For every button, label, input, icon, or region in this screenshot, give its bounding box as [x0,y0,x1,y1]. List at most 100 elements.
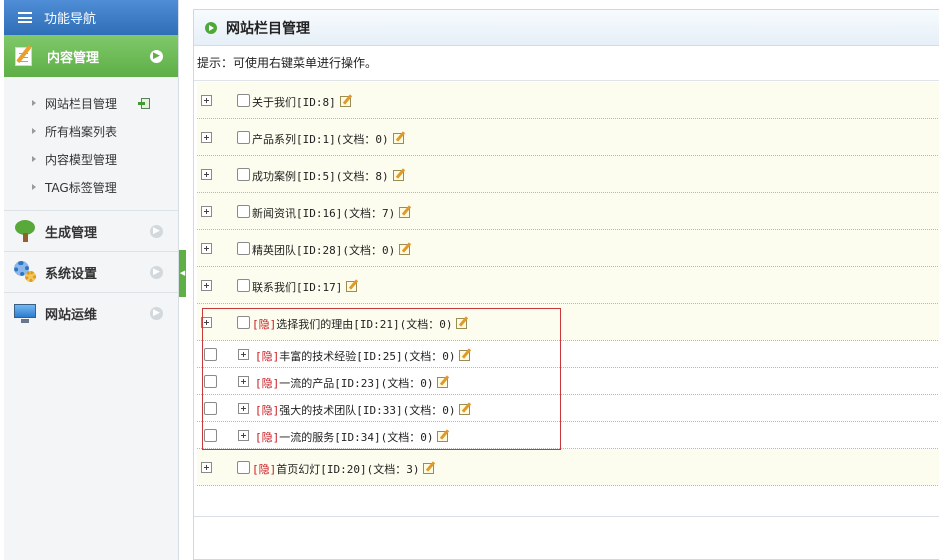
row-checkbox[interactable] [204,348,217,361]
tree-row: 产品系列[ID:1](文档：0) [197,119,939,156]
column-name[interactable]: 成功案例 [252,170,296,183]
column-tree: 关于我们[ID:8] 产品系列[ID:1](文档：0) 成功案例[ID:5](文… [197,82,939,486]
column-name[interactable]: 选择我们的理由 [276,318,353,331]
row-label: 精英团队[ID:28](文档：0) [252,242,412,258]
sidebar-item-tag-management[interactable]: TAG标签管理 [4,173,178,201]
edit-icon[interactable] [399,205,412,218]
row-label: [隐]首页幻灯[ID:20](文档：3) [252,461,436,477]
doc-count: (文档：8) [335,170,389,183]
row-label: 联系我们[ID:17] [252,279,359,295]
expand-icon[interactable] [201,132,212,143]
row-label: [隐]一流的产品[ID:23](文档：0) [255,375,450,391]
expand-icon[interactable] [201,243,212,254]
row-checkbox[interactable] [204,375,217,388]
title-bar: 网站栏目管理 [194,10,939,46]
expand-icon[interactable] [201,462,212,473]
tree-child-row: [隐]丰富的技术经验[ID:25](文档：0) [197,341,939,368]
edit-icon[interactable] [459,348,472,361]
section-site-maintenance[interactable]: 网站运维 ▶ [4,292,178,333]
expand-icon[interactable] [201,169,212,180]
row-checkbox[interactable] [237,205,250,218]
column-id: [ID:33] [356,404,403,417]
tree-row: 精英团队[ID:28](文档：0) [197,230,939,267]
tree-row: [隐]选择我们的理由[ID:21](文档：0) [197,304,939,341]
column-name[interactable]: 丰富的技术经验 [279,350,356,363]
row-checkbox[interactable] [237,461,250,474]
edit-icon[interactable] [339,94,352,107]
divider [194,516,939,517]
row-label: [隐]一流的服务[ID:34](文档：0) [255,429,450,445]
column-name[interactable]: 强大的技术团队 [279,404,356,417]
tree-child-row: [隐]一流的产品[ID:23](文档：0) [197,368,939,395]
column-name[interactable]: 产品系列 [252,133,296,146]
menu-icon [18,12,32,23]
sidebar-collapse-handle[interactable]: ◀ [179,250,186,297]
expand-icon[interactable] [201,206,212,217]
submenu: 网站栏目管理 所有档案列表 内容模型管理 TAG标签管理 [4,77,178,210]
row-label: 成功案例[ID:5](文档：8) [252,168,405,184]
row-checkbox[interactable] [237,94,250,107]
expand-icon[interactable] [238,430,249,441]
column-id: [ID:20] [320,463,367,476]
page-title: 网站栏目管理 [226,20,310,37]
column-name[interactable]: 联系我们 [252,281,296,294]
row-checkbox[interactable] [204,429,217,442]
sidebar-item-label: TAG标签管理 [45,180,117,195]
expand-icon[interactable] [238,403,249,414]
export-icon[interactable] [138,98,150,109]
expand-icon[interactable] [201,280,212,291]
doc-count: (文档：0) [402,350,456,363]
nav-header-title: 功能导航 [44,12,97,27]
expand-icon[interactable] [201,95,212,106]
column-name[interactable]: 一流的产品 [279,377,334,390]
expand-icon[interactable] [238,349,249,360]
doc-count: (文档：0) [342,244,396,257]
edit-icon[interactable] [399,242,412,255]
row-checkbox[interactable] [237,242,250,255]
column-name[interactable]: 一流的服务 [279,431,334,444]
expand-icon[interactable] [201,317,212,328]
monitor-icon [13,301,37,325]
column-id: [ID:25] [356,350,403,363]
column-name[interactable]: 关于我们 [252,96,296,109]
play-circle-icon [205,21,217,34]
edit-icon[interactable] [437,429,450,442]
row-checkbox[interactable] [204,402,217,415]
edit-icon[interactable] [459,402,472,415]
row-label: 产品系列[ID:1](文档：0) [252,131,405,147]
chevron-right-icon: ▶ [150,266,163,279]
hidden-tag: [隐] [255,404,280,417]
row-checkbox[interactable] [237,316,250,329]
row-checkbox[interactable] [237,131,250,144]
column-id: [ID:28] [296,244,343,257]
sidebar-item-archive-list[interactable]: 所有档案列表 [4,117,178,145]
doc-count: (文档：0) [399,318,453,331]
main-panel: 网站栏目管理 提示：可使用右键菜单进行操作。 关于我们[ID:8] 产品系列[I… [193,9,939,560]
doc-count: (文档：0) [380,431,434,444]
edit-icon[interactable] [456,316,469,329]
row-checkbox[interactable] [237,168,250,181]
gear-icon [13,260,37,284]
section-label: 生成管理 [45,225,98,241]
expand-icon[interactable] [238,376,249,387]
tree-row: [隐]首页幻灯[ID:20](文档：3) [197,449,939,486]
column-id: [ID:17] [296,281,343,294]
column-name[interactable]: 新闻资讯 [252,207,296,220]
edit-icon[interactable] [392,131,405,144]
row-checkbox[interactable] [237,279,250,292]
edit-icon[interactable] [392,168,405,181]
row-label: [隐]强大的技术团队[ID:33](文档：0) [255,402,472,418]
edit-icon[interactable] [346,279,359,292]
section-generate-management[interactable]: 生成管理 ▶ [4,210,178,251]
sidebar: 功能导航 内容管理 ▶ 网站栏目管理 所有档案列表 内容模型管理 TAG标签管理 [4,0,179,560]
column-name[interactable]: 首页幻灯 [276,463,320,476]
section-content-management[interactable]: 内容管理 ▶ [4,35,178,77]
edit-icon[interactable] [437,375,450,388]
column-name[interactable]: 精英团队 [252,244,296,257]
doc-count: (文档：7) [342,207,396,220]
edit-icon[interactable] [423,461,436,474]
section-system-settings[interactable]: 系统设置 ▶ [4,251,178,292]
sidebar-item-column-management[interactable]: 网站栏目管理 [4,89,178,117]
sidebar-item-content-model[interactable]: 内容模型管理 [4,145,178,173]
tree-child-row: [隐]强大的技术团队[ID:33](文档：0) [197,395,939,422]
